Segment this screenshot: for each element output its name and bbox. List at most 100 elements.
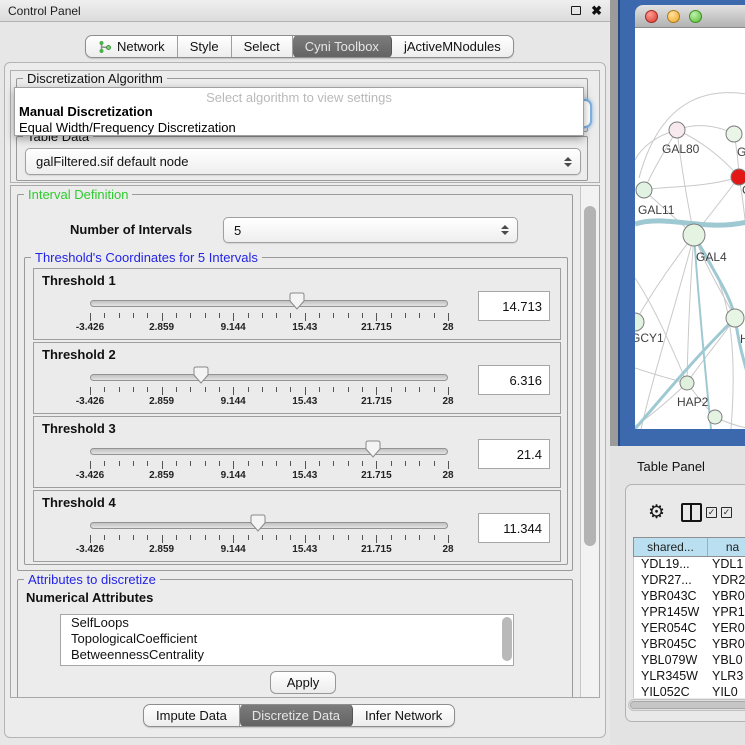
checkbox-checked-icon[interactable]: ✓ bbox=[721, 507, 732, 518]
slider-track[interactable] bbox=[90, 522, 448, 529]
tick-mark bbox=[162, 387, 163, 395]
stepper-arrows-icon bbox=[501, 225, 509, 235]
dropdown-option-manual[interactable]: Manual Discretization bbox=[15, 104, 583, 120]
scrollbar-thumb[interactable] bbox=[584, 206, 596, 546]
zoom-traffic-light-icon[interactable] bbox=[689, 10, 702, 23]
tick-mark bbox=[133, 461, 134, 466]
tab-select[interactable]: Select bbox=[232, 36, 293, 57]
table-row[interactable]: YER054CYER0 bbox=[634, 621, 745, 637]
group-title: Interval Definition bbox=[24, 187, 132, 202]
tab-label: Discretize Data bbox=[252, 708, 340, 723]
split-columns-icon[interactable] bbox=[681, 503, 702, 522]
threshold-label: Threshold 2 bbox=[42, 347, 116, 362]
table-row[interactable]: YBL079WYBL0 bbox=[634, 653, 745, 669]
tick-mark bbox=[162, 313, 163, 321]
close-traffic-light-icon[interactable] bbox=[645, 10, 658, 23]
numerical-attributes-list[interactable]: SelfLoops TopologicalCoefficient Between… bbox=[60, 614, 514, 666]
minimize-traffic-light-icon[interactable] bbox=[667, 10, 680, 23]
network-node-gcy1[interactable] bbox=[635, 313, 644, 331]
tick-mark bbox=[119, 461, 120, 466]
tick-mark bbox=[419, 535, 420, 540]
slider-track[interactable] bbox=[90, 374, 448, 381]
apply-button[interactable]: Apply bbox=[270, 671, 336, 694]
network-node[interactable] bbox=[726, 309, 744, 327]
slider-track[interactable] bbox=[90, 300, 448, 307]
network-node-gal4[interactable] bbox=[683, 224, 705, 246]
network-node[interactable] bbox=[726, 126, 742, 142]
tick-mark bbox=[233, 461, 234, 469]
slider-thumb[interactable] bbox=[289, 292, 305, 310]
table-row[interactable]: YBR045CYBR0 bbox=[634, 637, 745, 653]
tick-mark bbox=[147, 461, 148, 466]
table-data-group: Table Data galFiltered.sif default node bbox=[16, 136, 588, 181]
network-node[interactable] bbox=[708, 410, 722, 424]
list-item[interactable]: BetweennessCentrality bbox=[61, 647, 513, 663]
tick-mark bbox=[290, 313, 291, 318]
tick-mark bbox=[90, 387, 91, 395]
network-node-hap2[interactable] bbox=[680, 376, 694, 390]
tick-mark bbox=[262, 535, 263, 540]
tab-discretize-data[interactable]: Discretize Data bbox=[240, 704, 353, 727]
tick-mark bbox=[119, 313, 120, 318]
tab-style[interactable]: Style bbox=[178, 36, 232, 57]
tick-mark bbox=[305, 535, 306, 543]
slider-track[interactable] bbox=[90, 448, 448, 455]
number-of-intervals-combobox[interactable]: 5 bbox=[223, 217, 518, 243]
tick-mark bbox=[276, 461, 277, 466]
threshold-value-field[interactable]: 14.713 bbox=[478, 291, 550, 321]
scrollbar-thumb[interactable] bbox=[630, 701, 745, 709]
gear-icon[interactable]: ⚙ bbox=[648, 503, 665, 522]
slider-thumb[interactable] bbox=[365, 440, 381, 458]
panel-title: Control Panel bbox=[8, 4, 81, 18]
network-canvas[interactable]: GAL80 G C GAL11 GAL4 GCY1 H HAP2 bbox=[635, 28, 745, 429]
stepper-arrows-icon bbox=[564, 157, 572, 167]
threshold-value-field[interactable]: 6.316 bbox=[478, 365, 550, 395]
table-data-combobox[interactable]: galFiltered.sif default node bbox=[25, 148, 581, 175]
horizontal-scrollbar[interactable] bbox=[628, 699, 745, 711]
tick-mark bbox=[419, 313, 420, 318]
tab-cyni-toolbox[interactable]: Cyni Toolbox bbox=[293, 35, 392, 58]
tick-mark bbox=[376, 535, 377, 543]
svg-text:GAL4: GAL4 bbox=[696, 250, 727, 264]
table-row[interactable]: YPR145WYPR1 bbox=[634, 605, 745, 621]
network-node-gal11[interactable] bbox=[636, 182, 652, 198]
list-item[interactable]: TopologicalCoefficient bbox=[61, 631, 513, 647]
list-scrollbar-thumb[interactable] bbox=[502, 617, 512, 661]
checkbox-checked-icon[interactable]: ✓ bbox=[706, 507, 717, 518]
threshold-value-field[interactable]: 11.344 bbox=[478, 513, 550, 543]
tick-mark bbox=[391, 313, 392, 318]
column-header-shared-name[interactable]: shared... bbox=[634, 538, 708, 556]
tick-mark bbox=[133, 313, 134, 318]
settings-scrollpane: Interval Definition Number of Intervals … bbox=[10, 185, 600, 698]
table-row[interactable]: YLR345WYLR3 bbox=[634, 669, 745, 685]
tick-mark bbox=[362, 535, 363, 540]
tick-mark bbox=[147, 387, 148, 392]
tick-mark bbox=[405, 313, 406, 318]
tick-mark bbox=[305, 313, 306, 321]
tab-label: Cyni Toolbox bbox=[305, 39, 379, 54]
list-item[interactable]: SelfLoops bbox=[61, 615, 513, 631]
tab-network[interactable]: Network bbox=[86, 36, 178, 57]
tick-mark bbox=[233, 387, 234, 395]
column-header-name[interactable]: na bbox=[708, 538, 745, 556]
tab-infer-network[interactable]: Infer Network bbox=[353, 705, 454, 726]
dropdown-option-equal-width[interactable]: Equal Width/Frequency Discretization bbox=[15, 120, 583, 136]
table-row[interactable]: YDL19...YDL1 bbox=[634, 557, 745, 573]
close-icon[interactable]: ✖ bbox=[591, 4, 602, 17]
threshold-4-panel: Threshold 4 -3.426 2.859 9.144 15.43 21.… bbox=[33, 490, 561, 562]
tick-mark bbox=[391, 461, 392, 466]
tick-mark bbox=[262, 387, 263, 392]
threshold-value-field[interactable]: 21.4 bbox=[478, 439, 550, 469]
tab-impute-data[interactable]: Impute Data bbox=[144, 705, 240, 726]
tab-jactivemnodules[interactable]: jActiveMNodules bbox=[392, 36, 513, 57]
slider-thumb[interactable] bbox=[250, 514, 266, 532]
network-window-titlebar[interactable] bbox=[635, 5, 745, 28]
table-row[interactable]: YIL052CYIL0 bbox=[634, 685, 745, 698]
network-node-gal80[interactable] bbox=[669, 122, 685, 138]
table-row[interactable]: YBR043CYBR0 bbox=[634, 589, 745, 605]
vertical-scrollbar[interactable] bbox=[580, 186, 599, 697]
table-body[interactable]: YDL19...YDL1 YDR27...YDR2 YBR043CYBR0 YP… bbox=[633, 557, 745, 698]
slider-thumb[interactable] bbox=[193, 366, 209, 384]
table-row[interactable]: YDR27...YDR2 bbox=[634, 573, 745, 589]
float-window-icon[interactable] bbox=[571, 6, 581, 15]
